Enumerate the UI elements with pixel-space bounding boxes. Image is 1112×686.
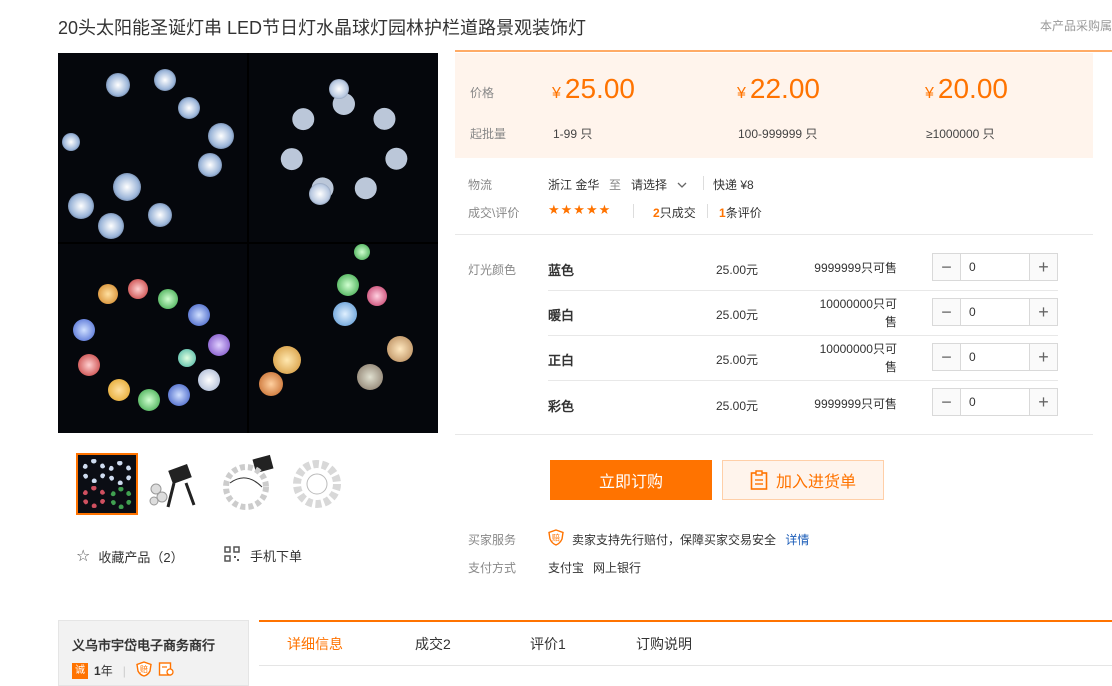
svg-text:赔: 赔 [140,664,148,674]
divider [455,234,1093,235]
plus-button[interactable]: + [1030,344,1057,370]
deal-count[interactable]: 2只成交 [653,204,696,221]
divider [548,380,1058,381]
plus-button[interactable]: + [1030,389,1057,415]
main-product-image[interactable] [58,53,438,433]
tab-order-instructions[interactable]: 订购说明 [636,634,692,654]
sku-name: 彩色 [548,399,575,414]
rating-stars: ★★★★★ [548,202,612,217]
chevron-down-icon [677,182,687,188]
qr-code-icon [224,546,240,565]
moq-label: 起批量 [470,127,507,141]
quantity-stepper[interactable]: − 0 + [932,253,1058,281]
quantity-input[interactable]: 0 [960,389,1030,415]
guarantee-shield-icon: 赔 [548,529,564,549]
service-text: 卖家支持先行赔付，保障买家交易安全 详情 [572,533,810,547]
membership-years: 1年 [94,664,113,678]
quantity-input[interactable]: 0 [960,254,1030,280]
thumbnail-4[interactable] [286,453,348,515]
minus-button[interactable]: − [933,389,960,415]
payment-label: 支付方式 [468,561,517,575]
add-to-cart-button[interactable]: 加入进货单 [722,460,884,500]
thumbnail-3[interactable] [216,453,278,515]
sku-price: 25.00元 [716,399,759,413]
svg-text:赔: 赔 [552,533,560,543]
mobile-order-button[interactable]: 手机下单 [224,546,302,565]
review-count[interactable]: 1条评价 [719,204,762,221]
favorite-label: 收藏产品（2） [98,549,184,565]
detail-tabs: 详细信息 成交2 评价1 订购说明 [259,620,1112,666]
divider [707,204,708,218]
photo-white-bulbs-cluster [58,53,247,242]
sku-stock: 9999999只可售 [814,261,897,275]
moq-tier-1: 1-99 只 [553,127,593,141]
sku-stock: 9999999只可售 [814,397,897,411]
shop-card: 义乌市宇岱电子商务商行 诚 1年 | 赔 [58,620,249,686]
mobile-order-label: 手机下单 [250,549,303,564]
quantity-stepper[interactable]: − 0 + [932,298,1058,326]
divider [548,335,1058,336]
service-detail-link[interactable]: 详情 [785,533,809,547]
sku-price: 25.00元 [716,263,759,277]
price-tier-2: ¥22.00 [737,73,820,104]
sku-stock: 10000000只可售 [819,297,897,329]
logistics-label: 物流 [468,178,493,192]
buy-now-button[interactable]: 立即订购 [550,460,712,500]
sku-name: 正白 [548,353,575,368]
moq-tier-2: 100-999999 只 [738,127,818,141]
divider [455,50,1112,52]
product-title: 20头太阳能圣诞灯串 LED节日灯水晶球灯园林护栏道路景观装饰灯 [58,18,587,38]
price-tier-1: ¥25.00 [552,73,635,104]
price-label: 价格 [470,86,495,100]
sku-price: 25.00元 [716,353,759,367]
divider [455,434,1093,435]
payment-method-online-bank: 网上银行 [593,561,642,575]
deals-label: 成交\评价 [468,206,520,220]
add-to-cart-label: 加入进货单 [775,474,856,491]
minus-button[interactable]: − [933,344,960,370]
favorite-button[interactable]: ☆ 收藏产品（2） [76,546,184,566]
to-word: 至 [609,178,622,192]
shop-name[interactable]: 义乌市宇岱电子商务商行 [72,635,215,654]
sku-stock: 10000000只可售 [819,342,897,374]
divider [548,290,1058,291]
quantity-stepper[interactable]: − 0 + [932,343,1058,371]
star-outline-icon: ☆ [76,548,91,565]
destination-select[interactable]: 请选择 [631,176,687,193]
minus-button[interactable]: − [933,254,960,280]
origin-location: 浙江 金华 [548,178,600,192]
divider [633,204,634,218]
minus-button[interactable]: − [933,299,960,325]
price-box: 价格 起批量 ¥25.00 1-99 只 ¥22.00 100-999999 只… [455,53,1093,158]
thumbnail-1[interactable] [76,453,138,515]
photo-colorful-bulbs-closeup [249,244,438,433]
plus-button[interactable]: + [1030,254,1057,280]
price-tier-3: ¥20.00 [925,73,1008,104]
tab-reviews[interactable]: 评价1 [530,634,566,654]
quantity-stepper[interactable]: − 0 + [932,388,1058,416]
service-label: 买家服务 [468,533,517,547]
photo-white-bulbs-ring [249,53,438,242]
guarantee-shield-icon: 赔 [136,661,152,680]
plus-button[interactable]: + [1030,299,1057,325]
sku-label: 灯光颜色 [468,263,517,277]
certificate-icon [158,661,174,680]
quantity-input[interactable]: 0 [960,299,1030,325]
payment-method-alipay: 支付宝 [548,561,585,575]
membership-years-icon: 诚 [72,662,88,679]
moq-tier-3: ≥1000000 只 [926,127,995,141]
quantity-input[interactable]: 0 [960,344,1030,370]
sku-name: 蓝色 [548,263,575,278]
thumbnail-2[interactable] [146,453,208,515]
sku-name: 暖白 [548,308,575,323]
divider [703,176,704,190]
tab-details[interactable]: 详细信息 [287,634,343,654]
procurement-note[interactable]: 本产品采购属 [1040,17,1112,34]
tab-transactions[interactable]: 成交2 [415,634,451,654]
clipboard-icon [750,470,768,490]
photo-colorful-bulbs-ring [58,244,247,433]
sku-price: 25.00元 [716,308,759,322]
divider: | [122,663,126,678]
shipping-fee: 快递 ¥8 [713,178,754,192]
